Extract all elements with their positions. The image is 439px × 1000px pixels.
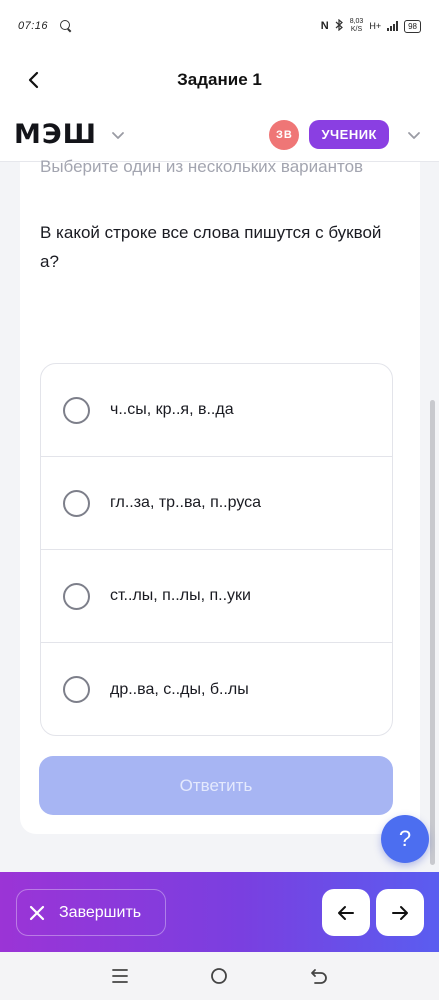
radio-button[interactable] (63, 676, 90, 703)
search-icon (60, 20, 72, 32)
answer-option[interactable]: гл..за, тр..ва, п..руса (41, 457, 392, 550)
radio-button[interactable] (63, 489, 90, 517)
next-task-button[interactable] (376, 889, 424, 936)
app-switcher-button[interactable] (107, 124, 129, 146)
task-question: В какой строке все слова пишутся с букво… (40, 223, 382, 271)
submit-answer-button[interactable]: Ответить (39, 756, 393, 815)
finish-button[interactable]: Завершить (16, 889, 166, 936)
status-bar: 07:16 N 8,03 K/S H+ 98 (0, 0, 439, 52)
answer-option[interactable]: др..ва, с..ды, б..лы (41, 643, 392, 735)
chevron-down-icon (408, 131, 420, 139)
answer-option[interactable]: ч..сы, кр..я, в..да (41, 364, 392, 457)
navigation-header: Задание 1 (0, 52, 439, 108)
back-arrow-icon (311, 969, 327, 984)
radio-button[interactable] (63, 582, 90, 610)
bluetooth-icon (335, 18, 344, 33)
page-title: Задание 1 (177, 70, 262, 89)
back-button[interactable] (20, 66, 48, 94)
scrollbar[interactable] (430, 400, 435, 865)
answer-option-text: ст..лы, п..лы, п..уки (110, 587, 251, 604)
question-mark-icon: ? (398, 826, 412, 851)
answer-option-text: гл..за, тр..ва, п..руса (110, 494, 262, 511)
signal-icon (387, 21, 399, 31)
network-type: H+ (369, 21, 382, 31)
speed-value: 8,03 (349, 18, 364, 25)
nfc-icon: N (320, 20, 329, 32)
chevron-left-icon (28, 71, 39, 89)
system-navigation-bar (0, 952, 439, 1000)
logo: МЭШ (14, 119, 98, 150)
help-button[interactable]: ? (381, 815, 429, 863)
home-button[interactable] (204, 961, 234, 991)
network-speed: 8,03 K/S (350, 18, 364, 34)
answer-option[interactable]: ст..лы, п..лы, п..уки (41, 550, 392, 643)
radio-button[interactable] (63, 396, 90, 424)
task-card: Выберите один из нескольких вариантов В … (20, 157, 420, 834)
user-menu-button[interactable] (403, 124, 425, 146)
home-circle-icon (211, 968, 228, 984)
recent-apps-button[interactable] (105, 961, 135, 991)
answer-option-text: др..ва, с..ды, б..лы (110, 680, 249, 698)
user-area: ЗВ УЧЕНИК (269, 119, 425, 150)
bottom-action-bar: Завершить (0, 872, 439, 952)
role-badge[interactable]: УЧЕНИК (309, 120, 389, 149)
avatar[interactable]: ЗВ (269, 119, 300, 150)
close-icon (29, 905, 45, 920)
chevron-down-icon (112, 131, 124, 139)
finish-button-label: Завершить (59, 903, 142, 921)
status-time: 07:16 (18, 20, 49, 32)
system-back-button[interactable] (304, 961, 334, 991)
task-instruction: Выберите один из нескольких вариантов (40, 157, 364, 176)
arrow-left-icon (338, 905, 354, 920)
answer-options: ч..сы, кр..я, в..да гл..за, тр..ва, п..р… (40, 363, 393, 736)
status-indicators: N 8,03 K/S H+ 98 (321, 18, 421, 34)
answer-option-text: ч..сы, кр..я, в..да (110, 401, 234, 418)
battery-level: 98 (408, 21, 417, 31)
arrow-right-icon (392, 905, 408, 920)
speed-unit: K/S (350, 26, 363, 33)
battery-icon: 98 (404, 19, 421, 33)
previous-task-button[interactable] (322, 889, 370, 936)
menu-icon (111, 969, 128, 983)
